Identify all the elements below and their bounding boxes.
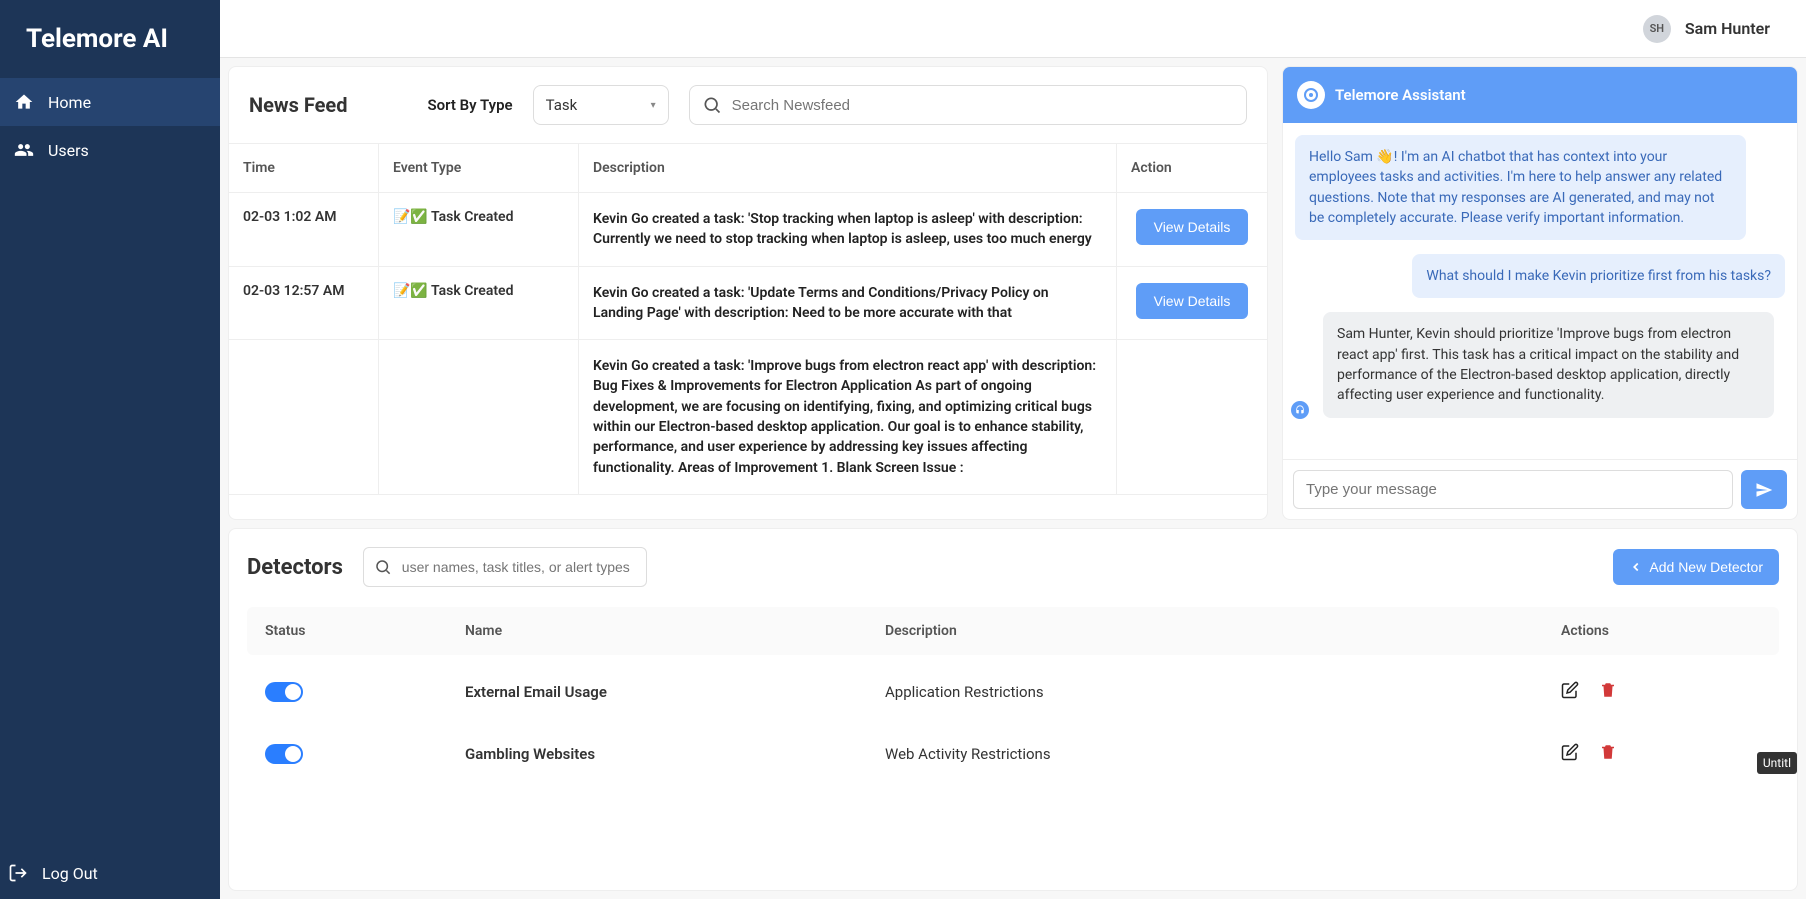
delete-button[interactable] xyxy=(1599,743,1617,765)
newsfeed-search-input[interactable] xyxy=(732,97,1234,114)
col-actions: Actions xyxy=(1561,623,1761,639)
chat-input[interactable] xyxy=(1293,470,1733,509)
search-icon xyxy=(702,95,722,115)
col-time: Time xyxy=(229,144,379,192)
cell-time xyxy=(229,340,379,494)
search-icon xyxy=(374,557,392,577)
col-action: Action xyxy=(1117,144,1267,192)
detector-name: Gambling Websites xyxy=(465,745,885,763)
logout-label: Log Out xyxy=(42,864,98,883)
newsfeed-header: News Feed Sort By Type Task xyxy=(229,67,1267,144)
cell-action: View Details xyxy=(1117,267,1267,340)
table-row: 02-03 12:57 AM 📝✅ Task Created Kevin Go … xyxy=(229,267,1267,341)
status-toggle[interactable] xyxy=(265,682,303,702)
main-area: SH Sam Hunter News Feed Sort By Type Tas… xyxy=(220,0,1806,899)
detectors-table-header: Status Name Description Actions xyxy=(247,607,1779,655)
avatar[interactable]: SH xyxy=(1643,15,1671,43)
edit-icon xyxy=(1561,681,1579,699)
trash-icon xyxy=(1599,681,1617,699)
cell-time: 02-03 1:02 AM xyxy=(229,193,379,266)
detector-actions xyxy=(1561,681,1761,703)
chat-message-user: What should I make Kevin prioritize firs… xyxy=(1412,254,1785,298)
chat-panel: Telemore Assistant Hello Sam 👋! I'm an A… xyxy=(1282,66,1798,520)
sort-label: Sort By Type xyxy=(427,96,512,114)
newsfeed-title: News Feed xyxy=(249,93,347,117)
newsfeed-panel: News Feed Sort By Type Task Time Event T… xyxy=(228,66,1268,520)
view-details-button[interactable]: View Details xyxy=(1136,283,1249,319)
username: Sam Hunter xyxy=(1685,19,1770,38)
view-details-button[interactable]: View Details xyxy=(1136,209,1249,245)
detector-description: Application Restrictions xyxy=(885,683,1561,701)
chat-input-row xyxy=(1283,459,1797,519)
detectors-search[interactable] xyxy=(363,547,647,587)
edit-icon xyxy=(1561,743,1579,761)
send-icon xyxy=(1755,481,1773,499)
cell-action: View Details xyxy=(1117,193,1267,266)
send-button[interactable] xyxy=(1741,470,1787,509)
col-description: Description xyxy=(579,144,1117,192)
sidebar-item-home[interactable]: Home xyxy=(0,78,220,126)
col-status: Status xyxy=(265,623,465,639)
status-toggle[interactable] xyxy=(265,744,303,764)
trash-icon xyxy=(1599,743,1617,761)
chat-avatar xyxy=(1297,81,1325,109)
detector-row: Gambling Websites Web Activity Restricti… xyxy=(247,723,1779,785)
topbar: SH Sam Hunter xyxy=(220,0,1806,58)
detector-name: External Email Usage xyxy=(465,683,885,701)
sidebar-item-label: Users xyxy=(48,141,89,160)
add-detector-button[interactable]: Add New Detector xyxy=(1613,549,1779,585)
cell-action xyxy=(1117,340,1267,494)
detectors-header: Detectors Add New Detector xyxy=(247,547,1779,587)
chat-bot-avatar-float xyxy=(1291,401,1309,419)
logout-button[interactable]: Log Out xyxy=(0,847,220,899)
feed-table-body[interactable]: 02-03 1:02 AM 📝✅ Task Created Kevin Go c… xyxy=(229,193,1267,519)
home-icon xyxy=(14,92,34,112)
sort-value: Task xyxy=(546,96,578,114)
sort-select[interactable]: Task xyxy=(533,85,669,125)
users-icon xyxy=(14,140,34,160)
cell-event-type xyxy=(379,340,579,494)
logout-icon xyxy=(8,863,28,883)
newsfeed-search[interactable] xyxy=(689,85,1247,125)
detector-description: Web Activity Restrictions xyxy=(885,745,1561,763)
chat-title: Telemore Assistant xyxy=(1335,86,1466,104)
chevron-left-icon xyxy=(1629,560,1643,574)
col-description: Description xyxy=(885,623,1561,639)
cell-description: Kevin Go created a task: 'Update Terms a… xyxy=(579,267,1117,340)
feed-table-header: Time Event Type Description Action xyxy=(229,144,1267,193)
chat-body[interactable]: Hello Sam 👋! I'm an AI chatbot that has … xyxy=(1283,123,1797,459)
sidebar-item-users[interactable]: Users xyxy=(0,126,220,174)
delete-button[interactable] xyxy=(1599,681,1617,703)
add-detector-label: Add New Detector xyxy=(1649,559,1763,575)
cell-event-type: 📝✅ Task Created xyxy=(379,193,579,266)
col-name: Name xyxy=(465,623,885,639)
cell-description: Kevin Go created a task: 'Stop tracking … xyxy=(579,193,1117,266)
detectors-title: Detectors xyxy=(247,555,343,580)
chat-message-bot: Sam Hunter, Kevin should prioritize 'Imp… xyxy=(1323,312,1774,417)
detectors-search-input[interactable] xyxy=(402,559,636,575)
col-event-type: Event Type xyxy=(379,144,579,192)
content: News Feed Sort By Type Task Time Event T… xyxy=(220,58,1806,899)
cell-time: 02-03 12:57 AM xyxy=(229,267,379,340)
cell-event-type: 📝✅ Task Created xyxy=(379,267,579,340)
detector-actions xyxy=(1561,743,1761,765)
chat-message-bot: Hello Sam 👋! I'm an AI chatbot that has … xyxy=(1295,135,1746,240)
sidebar-item-label: Home xyxy=(48,93,91,112)
sidebar: Telemore AI Home Users Log Out xyxy=(0,0,220,899)
table-row: 02-03 1:02 AM 📝✅ Task Created Kevin Go c… xyxy=(229,193,1267,267)
tooltip: Untitl xyxy=(1757,752,1797,774)
edit-button[interactable] xyxy=(1561,681,1579,703)
table-row: Kevin Go created a task: 'Improve bugs f… xyxy=(229,340,1267,495)
detectors-panel: Detectors Add New Detector Status Name D… xyxy=(228,528,1798,891)
cell-description: Kevin Go created a task: 'Improve bugs f… xyxy=(579,340,1117,494)
chat-header: Telemore Assistant xyxy=(1283,67,1797,123)
headset-icon xyxy=(1295,405,1305,415)
edit-button[interactable] xyxy=(1561,743,1579,765)
logo: Telemore AI xyxy=(0,0,220,78)
detector-row: External Email Usage Application Restric… xyxy=(247,661,1779,723)
